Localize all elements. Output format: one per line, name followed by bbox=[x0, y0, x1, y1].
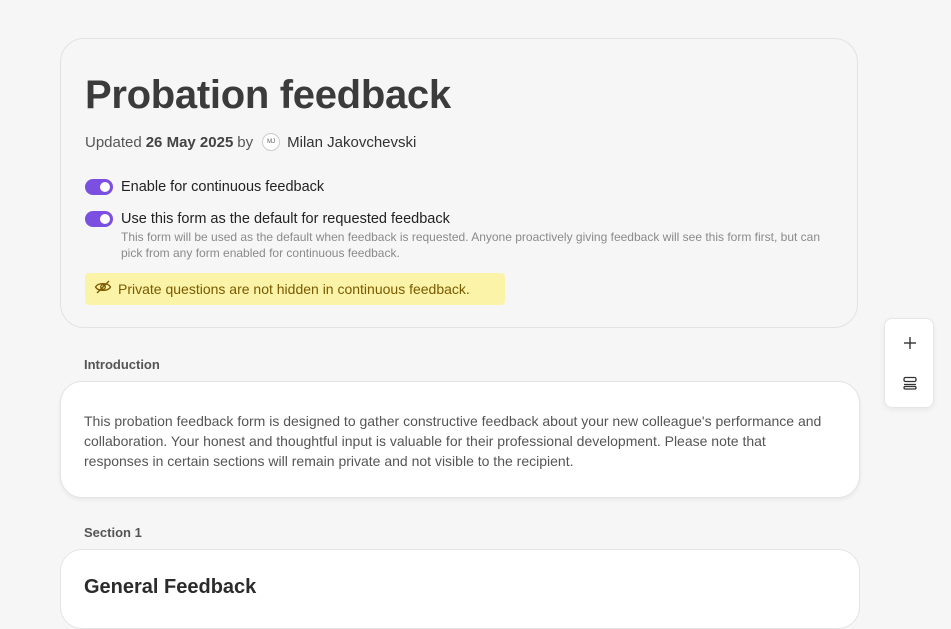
continuous-feedback-toggle[interactable] bbox=[85, 179, 113, 195]
eye-off-icon bbox=[94, 279, 112, 300]
continuous-feedback-label: Enable for continuous feedback bbox=[121, 179, 325, 195]
introduction-text: This probation feedback form is designed… bbox=[84, 413, 822, 469]
add-section-button[interactable] bbox=[898, 371, 922, 395]
updated-meta: Updated 26 May 2025 by MJ Milan Jakovche… bbox=[85, 133, 416, 151]
author-name[interactable]: Milan Jakovchevski bbox=[287, 134, 416, 151]
continuous-feedback-setting: Enable for continuous feedback bbox=[85, 179, 324, 195]
warning-text: Private questions are not hidden in cont… bbox=[118, 281, 470, 297]
floating-actions bbox=[884, 318, 934, 408]
introduction-label: Introduction bbox=[84, 357, 160, 372]
introduction-card[interactable]: This probation feedback form is designed… bbox=[60, 381, 860, 498]
stack-icon bbox=[903, 376, 917, 390]
add-question-button[interactable] bbox=[898, 331, 922, 355]
section-1-label: Section 1 bbox=[84, 525, 142, 540]
avatar: MJ bbox=[262, 133, 281, 151]
section-1-title: General Feedback bbox=[84, 576, 257, 598]
form-header-card: Probation feedback Updated 26 May 2025 b… bbox=[60, 38, 858, 328]
by-word: by bbox=[237, 133, 254, 151]
plus-icon bbox=[904, 337, 916, 349]
updated-prefix: Updated bbox=[85, 133, 142, 151]
updated-date: 26 May 2025 bbox=[145, 133, 234, 151]
default-requested-label: Use this form as the default for request… bbox=[121, 211, 450, 227]
default-requested-toggle[interactable] bbox=[85, 211, 113, 227]
default-requested-setting: Use this form as the default for request… bbox=[85, 211, 450, 227]
page-title: Probation feedback bbox=[85, 73, 451, 117]
section-1-card[interactable]: General Feedback bbox=[60, 549, 860, 629]
private-questions-warning: Private questions are not hidden in cont… bbox=[85, 273, 505, 305]
default-requested-helper: This form will be used as the default wh… bbox=[121, 230, 821, 260]
